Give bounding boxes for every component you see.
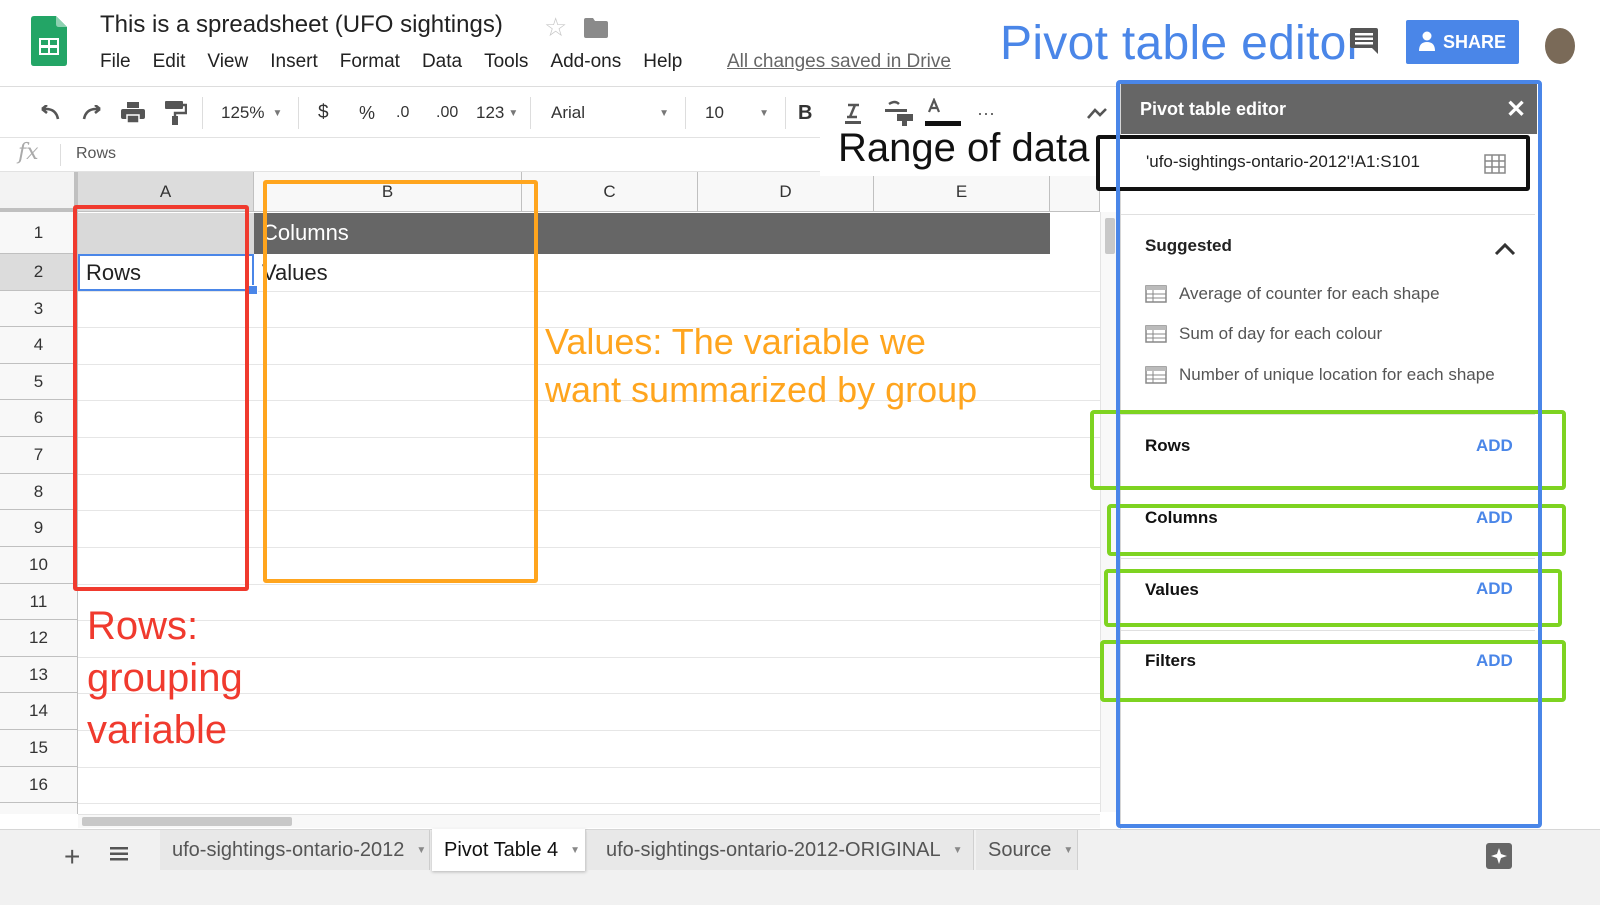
pivot-editor-highlight: [1116, 80, 1542, 828]
fx-icon: fx: [18, 140, 39, 165]
row-header-15[interactable]: 15: [0, 730, 78, 767]
share-label: SHARE: [1442, 31, 1506, 52]
font-size-value: 10: [705, 103, 724, 122]
font-size-select[interactable]: 10 ▼: [705, 87, 769, 139]
menu-edit[interactable]: Edit: [153, 51, 186, 73]
menu-file[interactable]: File: [100, 51, 131, 73]
print-icon[interactable]: [121, 87, 145, 139]
person-icon: [1418, 31, 1435, 51]
row-header-7[interactable]: 7: [0, 437, 78, 474]
vertical-scroll-thumb[interactable]: [1105, 218, 1115, 254]
menu-help[interactable]: Help: [643, 51, 682, 73]
percent-format-button[interactable]: %: [359, 87, 375, 139]
all-sheets-icon[interactable]: [110, 846, 128, 862]
redo-icon[interactable]: [80, 87, 106, 139]
sheet-tab-ufo-2012[interactable]: ufo-sightings-ontario-2012 ▼: [160, 830, 430, 870]
row-header-13[interactable]: 13: [0, 657, 78, 693]
increase-decimals-button[interactable]: .00: [436, 87, 458, 139]
menu-insert[interactable]: Insert: [270, 51, 318, 73]
sheets-logo-icon[interactable]: [31, 16, 67, 66]
document-title[interactable]: This is a spreadsheet (UFO sightings): [100, 11, 503, 39]
row-header-12[interactable]: 12: [0, 620, 78, 657]
font-select[interactable]: Arial ▼: [551, 87, 669, 139]
row-header-4[interactable]: 4: [0, 327, 78, 364]
row-header-16[interactable]: 16: [0, 767, 78, 803]
horizontal-scrollbar[interactable]: [78, 814, 1100, 828]
annotation-title: Pivot table editor: [1000, 17, 1363, 70]
paint-format-icon[interactable]: [165, 87, 187, 139]
row-header-14[interactable]: 14: [0, 693, 78, 730]
menu-view[interactable]: View: [207, 51, 248, 73]
row-header-5[interactable]: 5: [0, 364, 78, 400]
rows-annotation-box: [73, 205, 249, 591]
zoom-value: 125%: [221, 103, 265, 122]
values-annotation-text: Values: The variable we want summarized …: [545, 321, 978, 410]
values-annotation-box: [263, 180, 538, 583]
sheet-tab-ufo-original[interactable]: ufo-sightings-ontario-2012-ORIGINAL ▼: [588, 830, 974, 870]
sheet-tab-source[interactable]: Source ▼: [976, 830, 1078, 870]
formula-bar: fx Rows: [0, 138, 820, 172]
undo-icon[interactable]: [36, 87, 62, 139]
font-value: Arial: [551, 103, 586, 122]
star-icon[interactable]: ☆: [544, 12, 567, 43]
explore-icon: [1491, 848, 1507, 864]
comments-icon[interactable]: [1350, 28, 1378, 54]
row-header-2[interactable]: 2: [0, 254, 78, 291]
row-header-10[interactable]: 10: [0, 547, 78, 584]
column-header-c[interactable]: C: [522, 172, 698, 212]
app-header: This is a spreadsheet (UFO sightings) ☆ …: [0, 0, 1600, 86]
row-header-11[interactable]: 11: [0, 584, 78, 620]
more-formats-label: 123: [476, 103, 505, 122]
bold-button[interactable]: B: [798, 87, 812, 139]
decrease-decimals-button[interactable]: .0: [396, 87, 409, 139]
share-button[interactable]: SHARE: [1406, 20, 1519, 64]
row-header-3[interactable]: 3: [0, 291, 78, 327]
zoom-select[interactable]: 125% ▼: [221, 87, 282, 139]
menu-format[interactable]: Format: [340, 51, 400, 73]
folder-icon[interactable]: [584, 18, 608, 38]
row-header-6[interactable]: 6: [0, 400, 78, 437]
menu-addons[interactable]: Add-ons: [550, 51, 621, 73]
menu-data[interactable]: Data: [422, 51, 462, 73]
row-header-9[interactable]: 9: [0, 510, 78, 547]
horizontal-scroll-thumb[interactable]: [82, 817, 292, 826]
column-header-d[interactable]: D: [698, 172, 874, 212]
rows-annotation-text: Rows: grouping variable: [87, 604, 243, 752]
column-header-f[interactable]: [1050, 172, 1100, 212]
select-all-corner[interactable]: [0, 172, 78, 212]
currency-format-button[interactable]: $: [318, 87, 329, 139]
avatar[interactable]: [1545, 28, 1575, 64]
explore-button[interactable]: [1486, 843, 1512, 869]
sheet-tab-bar: + ufo-sightings-ontario-2012 ▼ Pivot Tabl…: [0, 829, 1600, 905]
row-header-8[interactable]: 8: [0, 474, 78, 510]
row-header-17[interactable]: [0, 803, 78, 814]
range-annotation-text: Range of data: [820, 126, 1102, 176]
more-formats-select[interactable]: 123 ▼: [476, 87, 518, 139]
menu-bar: File Edit View Insert Format Data Tools …: [100, 51, 704, 73]
column-header-e[interactable]: E: [874, 172, 1050, 212]
save-status-link[interactable]: All changes saved in Drive: [727, 51, 951, 73]
formula-input[interactable]: Rows: [76, 145, 116, 163]
row-header-1[interactable]: 1: [0, 212, 78, 254]
sheet-tab-pivot-table-4[interactable]: Pivot Table 4 ▼: [432, 829, 586, 871]
menu-tools[interactable]: Tools: [484, 51, 528, 73]
add-sheet-button[interactable]: +: [64, 841, 80, 873]
